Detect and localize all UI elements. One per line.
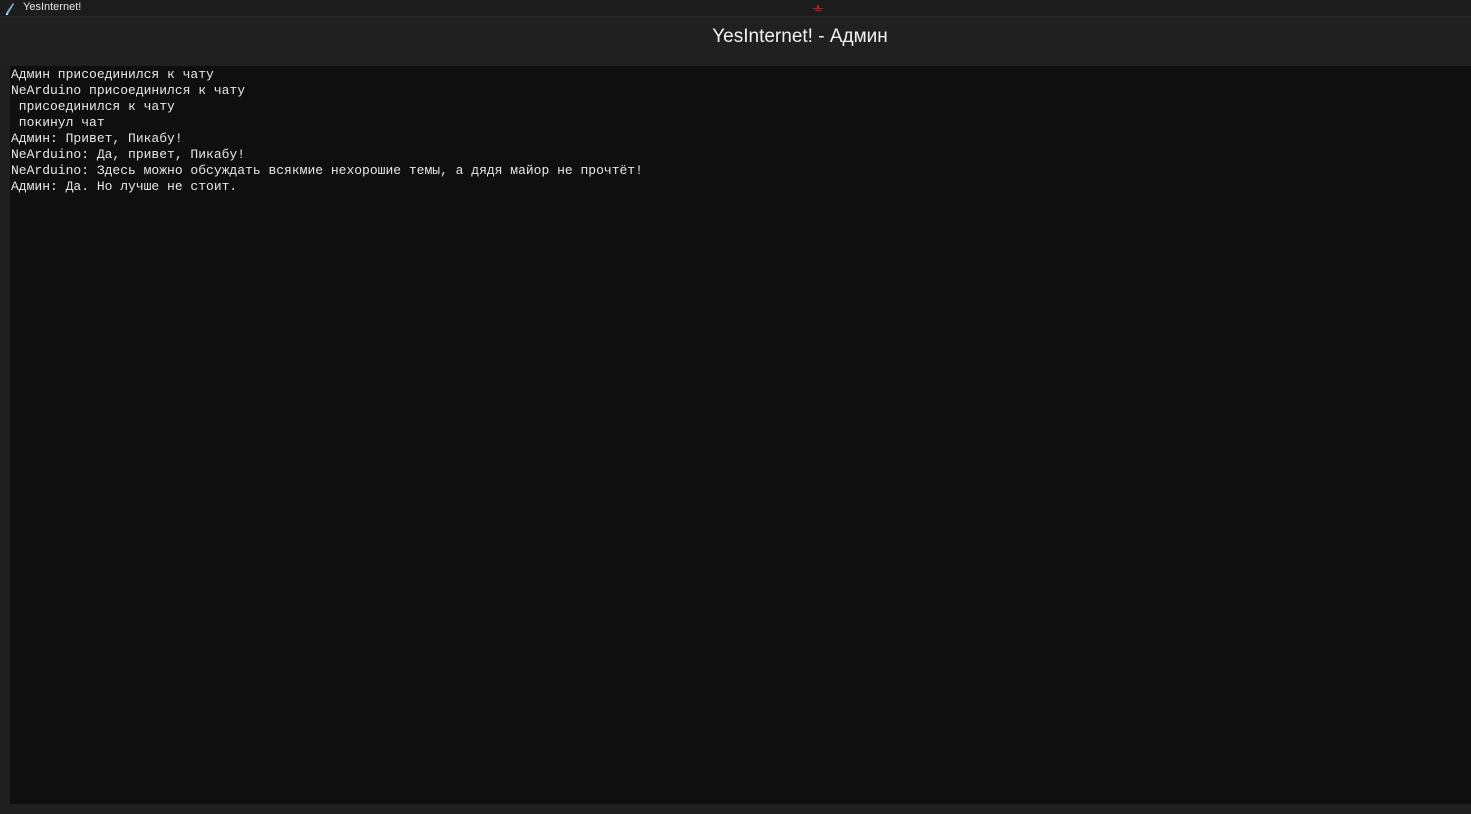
red-marker-icon	[812, 0, 824, 11]
chat-message: Админ: Да. Но лучше не стоит.	[11, 179, 238, 194]
page-title: YesInternet! - Админ	[712, 26, 888, 47]
chat-message: Админ: Привет, Пикабу!	[11, 131, 183, 146]
app-window: YesInternet! YesInternet! - Админ Админ …	[0, 0, 1471, 814]
window-bottom-edge	[0, 804, 1471, 814]
window-title: YesInternet!	[23, 1, 82, 13]
feather-icon	[5, 2, 15, 16]
chat-message: NeArduino: Здесь можно обсуждать всякмие…	[11, 163, 643, 178]
chat-message: присоединился к чату	[11, 99, 175, 114]
chat-message: NeArduino присоединился к чату	[11, 83, 246, 98]
chat-header: YesInternet! - Админ	[0, 17, 1471, 65]
chat-message: NeArduino: Да, привет, Пикабу!	[11, 147, 246, 162]
chat-message-list: Админ присоединился к чату NeArduino при…	[11, 67, 643, 195]
window-titlebar[interactable]: YesInternet!	[0, 0, 1471, 17]
chat-message: покинул чат	[11, 115, 105, 130]
chat-log[interactable]: Админ присоединился к чату NeArduino при…	[10, 66, 1471, 804]
chat-message: Админ присоединился к чату	[11, 67, 214, 82]
